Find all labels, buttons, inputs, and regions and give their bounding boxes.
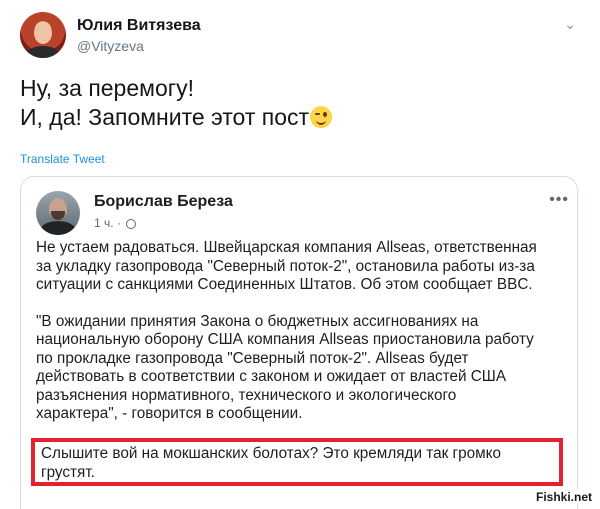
post-paragraph: Не устаем радоваться. Швейцарская компан… bbox=[36, 239, 566, 295]
meta-separator: · bbox=[116, 216, 125, 230]
post-line: грустят. bbox=[41, 463, 95, 481]
post-line: за укладку газопровода "Северный поток-2… bbox=[36, 257, 535, 275]
post-line: ситуации с санкциями Соединенных Штатов.… bbox=[36, 276, 533, 293]
post-line: "В ожидании принятия Закона о бюджетных … bbox=[36, 312, 479, 330]
embedded-post-author[interactable]: Борислав Береза bbox=[94, 193, 233, 211]
watermark: Fishki.net bbox=[533, 490, 594, 504]
winking-face-icon bbox=[310, 106, 333, 128]
author-name[interactable]: Юлия Витязева bbox=[77, 17, 201, 35]
tweet-text-line: И, да! Запомните этот пост bbox=[20, 104, 310, 130]
post-line: характера", - говорится в сообщении. bbox=[36, 405, 303, 422]
post-line: национальную оборону США компания Allsea… bbox=[36, 331, 534, 348]
highlighted-text: Слышите вой на мокшанских болотах? Это к… bbox=[41, 445, 501, 482]
post-line: Не устаем радоваться. Швейцарская компан… bbox=[36, 239, 537, 256]
post-time[interactable]: 1 ч. bbox=[94, 216, 114, 230]
tweet-header: Юлия Витязева @Vityzeva ⌄ bbox=[20, 8, 580, 62]
tweet-text-line-with-emoji: И, да! Запомните этот пост bbox=[20, 103, 580, 132]
tweet-text-line: Ну, за перемогу! bbox=[20, 75, 195, 101]
chevron-down-icon[interactable]: ⌄ bbox=[560, 14, 580, 34]
avatar-face bbox=[34, 22, 52, 44]
embedded-post-meta: 1 ч. · bbox=[94, 216, 137, 230]
post-line: Слышите вой на мокшанских болотах? Это к… bbox=[41, 445, 502, 462]
avatar-body bbox=[40, 221, 76, 235]
globe-icon bbox=[126, 219, 137, 229]
post-line: по прокладке газопровода "Северный поток… bbox=[36, 349, 469, 367]
author-handle[interactable]: @Vityzeva bbox=[77, 38, 144, 54]
embedded-post-card[interactable]: Борислав Береза 1 ч. · ••• Не устаем рад… bbox=[20, 176, 578, 509]
embedded-post-avatar[interactable] bbox=[36, 191, 80, 235]
translate-tweet-link[interactable]: Translate Tweet bbox=[20, 152, 105, 166]
avatar-shirt bbox=[26, 46, 60, 58]
post-line: действовать в соответствии с законом и о… bbox=[36, 368, 507, 385]
post-paragraph: "В ожидании принятия Закона о бюджетных … bbox=[36, 313, 566, 424]
avatar[interactable] bbox=[20, 12, 66, 58]
post-line: разъяснения нормативного, технического и… bbox=[36, 386, 457, 404]
avatar-beard bbox=[51, 211, 65, 220]
more-options-icon[interactable]: ••• bbox=[549, 191, 569, 209]
tweet-text: Ну, за перемогу! И, да! Запомните этот п… bbox=[20, 74, 580, 132]
embedded-post-body: Не устаем радоваться. Швейцарская компан… bbox=[36, 239, 566, 424]
